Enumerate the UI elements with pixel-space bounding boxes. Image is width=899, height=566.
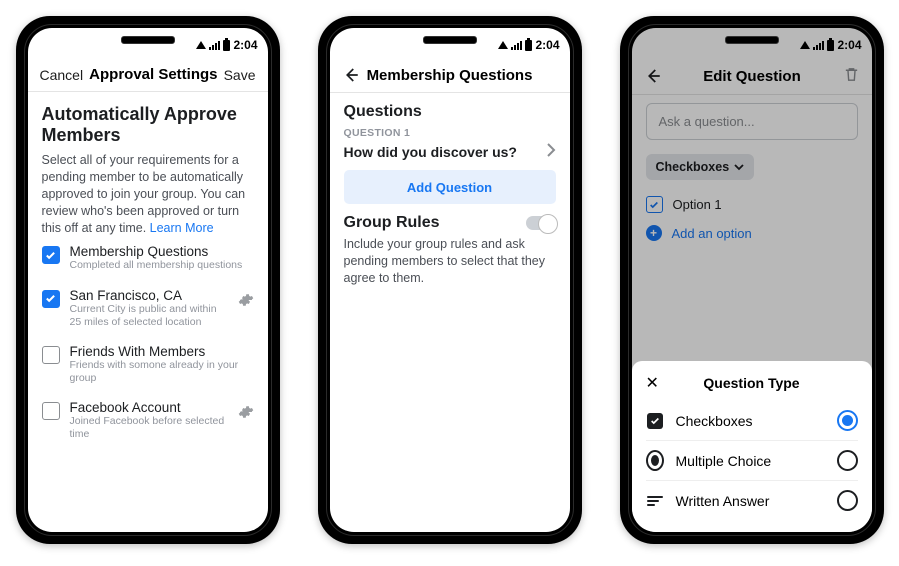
plus-icon: + (646, 225, 662, 241)
question-row[interactable]: How did you discover us? (344, 139, 556, 170)
option-row[interactable]: Option 1 (646, 190, 858, 219)
requirement-subtitle: Joined Facebook before selected time (70, 415, 228, 440)
question-input[interactable]: Ask a question... (646, 103, 858, 140)
question-type-option[interactable]: Multiple Choice (646, 440, 858, 480)
requirement-checkbox[interactable] (42, 246, 60, 264)
requirement-title: Friends With Members (70, 344, 254, 359)
radio-icon (646, 450, 664, 471)
question-index-label: QUESTION 1 (344, 127, 556, 139)
battery-icon (827, 40, 834, 51)
save-button[interactable]: Save (224, 67, 256, 83)
radio-button[interactable] (837, 450, 858, 471)
approval-requirement-row[interactable]: Friends With MembersFriends with somone … (42, 336, 254, 392)
delete-button[interactable] (843, 66, 860, 86)
phone-approval-settings: 2:04 Cancel Approval Settings Save Autom… (16, 16, 280, 544)
cell-icon (511, 40, 522, 50)
phone-membership-questions: 2:04 Membership Questions Questions QUES… (318, 16, 582, 544)
battery-icon (525, 40, 532, 51)
radio-button[interactable] (837, 490, 858, 511)
signal-icon (196, 41, 206, 49)
back-button[interactable] (342, 66, 360, 84)
requirement-title: San Francisco, CA (70, 288, 228, 303)
learn-more-link[interactable]: Learn More (150, 221, 214, 235)
back-button[interactable] (644, 67, 662, 85)
clock: 2:04 (837, 38, 861, 52)
checkbox-icon (647, 413, 663, 429)
text-lines-icon (647, 496, 663, 506)
page-title: Edit Question (703, 68, 801, 85)
chevron-down-icon (734, 162, 744, 172)
requirement-checkbox[interactable] (42, 346, 60, 364)
radio-button[interactable] (837, 410, 858, 431)
requirement-subtitle: Current City is public and within 25 mil… (70, 303, 228, 328)
question-type-label: Checkboxes (676, 413, 753, 429)
requirement-checkbox[interactable] (42, 290, 60, 308)
requirement-title: Membership Questions (70, 244, 254, 259)
question-type-sheet: ✕ Question Type Checkboxes Multiple Choic… (632, 361, 872, 532)
question-type-option[interactable]: Written Answer (646, 480, 858, 520)
question-type-label: Multiple Choice (676, 453, 772, 469)
section-description: Select all of your requirements for a pe… (42, 152, 254, 236)
close-sheet-button[interactable]: ✕ (646, 373, 659, 393)
section-questions: Questions (344, 103, 556, 121)
approval-requirement-row[interactable]: Facebook AccountJoined Facebook before s… (42, 392, 254, 448)
clock: 2:04 (233, 38, 257, 52)
option-checkbox[interactable] (646, 196, 663, 213)
requirement-subtitle: Friends with somone already in your grou… (70, 359, 254, 384)
group-rules-toggle[interactable] (526, 216, 556, 230)
battery-icon (223, 40, 230, 51)
section-group-rules: Group Rules (344, 214, 556, 232)
requirement-checkbox[interactable] (42, 402, 60, 420)
approval-requirement-row[interactable]: San Francisco, CACurrent City is public … (42, 280, 254, 336)
question-type-label: Written Answer (676, 493, 770, 509)
cell-icon (209, 40, 220, 50)
gear-icon[interactable] (238, 292, 254, 308)
phone-edit-question: 2:04 Edit Question Ask a question... Che… (620, 16, 884, 544)
sheet-title: Question Type (703, 375, 799, 391)
section-heading: Automatically Approve Members (42, 104, 254, 146)
cell-icon (813, 40, 824, 50)
page-title: Approval Settings (89, 66, 217, 83)
requirement-subtitle: Completed all membership questions (70, 259, 254, 272)
add-option-row[interactable]: + Add an option (646, 219, 858, 247)
signal-icon (800, 41, 810, 49)
add-option-label: Add an option (672, 226, 752, 241)
chevron-right-icon (546, 143, 556, 160)
add-question-button[interactable]: Add Question (344, 170, 556, 204)
requirement-title: Facebook Account (70, 400, 228, 415)
cancel-button[interactable]: Cancel (40, 67, 84, 83)
signal-icon (498, 41, 508, 49)
question-text: How did you discover us? (344, 144, 517, 160)
question-type-option[interactable]: Checkboxes (646, 401, 858, 440)
question-type-selector[interactable]: Checkboxes (646, 154, 755, 180)
approval-requirement-row[interactable]: Membership QuestionsCompleted all member… (42, 236, 254, 280)
group-rules-description: Include your group rules and ask pending… (344, 236, 556, 287)
option-label: Option 1 (673, 197, 722, 212)
page-title: Membership Questions (367, 67, 533, 84)
gear-icon[interactable] (238, 404, 254, 420)
clock: 2:04 (535, 38, 559, 52)
